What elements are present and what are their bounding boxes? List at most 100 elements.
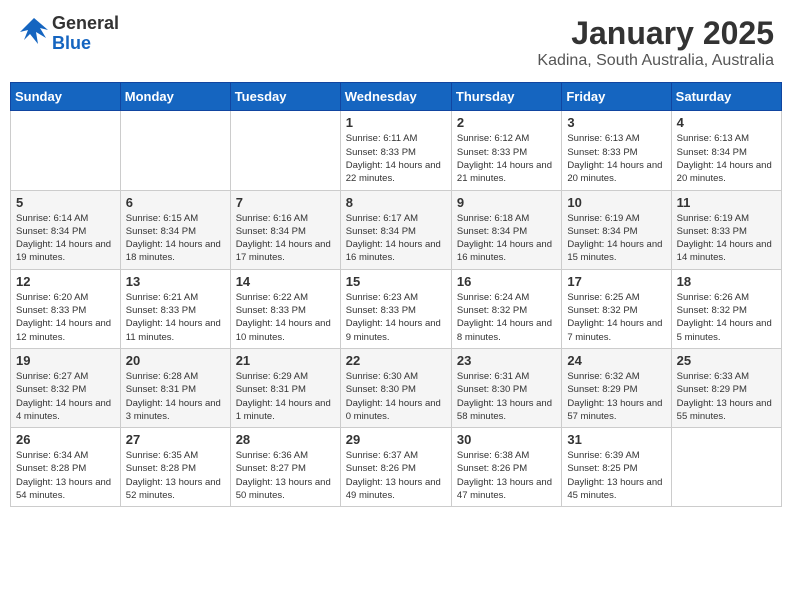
calendar-week-row: 1 Sunrise: 6:11 AM Sunset: 8:33 PM Daylig… — [11, 111, 782, 190]
day-number: 16 — [457, 274, 556, 289]
day-number: 17 — [567, 274, 665, 289]
day-number: 7 — [236, 195, 335, 210]
day-info: Sunrise: 6:37 AM Sunset: 8:26 PM Dayligh… — [346, 449, 446, 502]
weekday-header-wednesday: Wednesday — [340, 83, 451, 111]
day-number: 31 — [567, 432, 665, 447]
weekday-header-saturday: Saturday — [671, 83, 781, 111]
calendar-cell — [120, 111, 230, 190]
day-info: Sunrise: 6:29 AM Sunset: 8:31 PM Dayligh… — [236, 370, 335, 423]
logo-text: General Blue — [52, 14, 119, 54]
calendar-cell: 19 Sunrise: 6:27 AM Sunset: 8:32 PM Dayli… — [11, 348, 121, 427]
day-number: 5 — [16, 195, 115, 210]
day-number: 24 — [567, 353, 665, 368]
day-info: Sunrise: 6:19 AM Sunset: 8:33 PM Dayligh… — [677, 212, 776, 265]
day-number: 23 — [457, 353, 556, 368]
day-number: 6 — [126, 195, 225, 210]
calendar-cell — [230, 111, 340, 190]
day-number: 8 — [346, 195, 446, 210]
calendar-cell: 25 Sunrise: 6:33 AM Sunset: 8:29 PM Dayli… — [671, 348, 781, 427]
calendar-cell: 16 Sunrise: 6:24 AM Sunset: 8:32 PM Dayli… — [451, 269, 561, 348]
day-number: 10 — [567, 195, 665, 210]
calendar-cell: 13Sunrise: 6:21 AM Sunset: 8:33 PM Dayli… — [120, 269, 230, 348]
day-info: Sunrise: 6:38 AM Sunset: 8:26 PM Dayligh… — [457, 449, 556, 502]
calendar-cell: 26Sunrise: 6:34 AM Sunset: 8:28 PM Dayli… — [11, 428, 121, 507]
calendar-cell: 11 Sunrise: 6:19 AM Sunset: 8:33 PM Dayli… — [671, 190, 781, 269]
calendar-cell: 27 Sunrise: 6:35 AM Sunset: 8:28 PM Dayli… — [120, 428, 230, 507]
calendar-cell: 6 Sunrise: 6:15 AM Sunset: 8:34 PM Daylig… — [120, 190, 230, 269]
day-number: 21 — [236, 353, 335, 368]
day-number: 15 — [346, 274, 446, 289]
day-info: Sunrise: 6:14 AM Sunset: 8:34 PM Dayligh… — [16, 212, 115, 265]
weekday-header-monday: Monday — [120, 83, 230, 111]
calendar-cell: 7Sunrise: 6:16 AM Sunset: 8:34 PM Daylig… — [230, 190, 340, 269]
calendar-cell: 9 Sunrise: 6:18 AM Sunset: 8:34 PM Daylig… — [451, 190, 561, 269]
day-info: Sunrise: 6:34 AM Sunset: 8:28 PM Dayligh… — [16, 449, 115, 502]
day-info: Sunrise: 6:12 AM Sunset: 8:33 PM Dayligh… — [457, 132, 556, 185]
day-number: 30 — [457, 432, 556, 447]
logo-blue-text: Blue — [52, 34, 119, 54]
day-number: 9 — [457, 195, 556, 210]
day-info: Sunrise: 6:31 AM Sunset: 8:30 PM Dayligh… — [457, 370, 556, 423]
calendar-cell: 20Sunrise: 6:28 AM Sunset: 8:31 PM Dayli… — [120, 348, 230, 427]
calendar-cell — [11, 111, 121, 190]
calendar-cell: 3Sunrise: 6:13 AM Sunset: 8:33 PM Daylig… — [562, 111, 671, 190]
calendar-cell: 5 Sunrise: 6:14 AM Sunset: 8:34 PM Daylig… — [11, 190, 121, 269]
calendar-cell: 4 Sunrise: 6:13 AM Sunset: 8:34 PM Daylig… — [671, 111, 781, 190]
day-number: 11 — [677, 195, 776, 210]
day-info: Sunrise: 6:27 AM Sunset: 8:32 PM Dayligh… — [16, 370, 115, 423]
calendar-week-row: 5 Sunrise: 6:14 AM Sunset: 8:34 PM Daylig… — [11, 190, 782, 269]
weekday-header-row: SundayMondayTuesdayWednesdayThursdayFrid… — [11, 83, 782, 111]
day-info: Sunrise: 6:35 AM Sunset: 8:28 PM Dayligh… — [126, 449, 225, 502]
day-info: Sunrise: 6:15 AM Sunset: 8:34 PM Dayligh… — [126, 212, 225, 265]
day-info: Sunrise: 6:17 AM Sunset: 8:34 PM Dayligh… — [346, 212, 446, 265]
day-number: 3 — [567, 115, 665, 130]
day-info: Sunrise: 6:11 AM Sunset: 8:33 PM Dayligh… — [346, 132, 446, 185]
day-info: Sunrise: 6:23 AM Sunset: 8:33 PM Dayligh… — [346, 291, 446, 344]
day-info: Sunrise: 6:24 AM Sunset: 8:32 PM Dayligh… — [457, 291, 556, 344]
logo-bird-icon — [18, 16, 50, 52]
day-number: 20 — [126, 353, 225, 368]
day-info: Sunrise: 6:13 AM Sunset: 8:34 PM Dayligh… — [677, 132, 776, 185]
weekday-header-tuesday: Tuesday — [230, 83, 340, 111]
calendar-week-row: 19 Sunrise: 6:27 AM Sunset: 8:32 PM Dayli… — [11, 348, 782, 427]
day-info: Sunrise: 6:33 AM Sunset: 8:29 PM Dayligh… — [677, 370, 776, 423]
day-number: 1 — [346, 115, 446, 130]
calendar-cell: 21 Sunrise: 6:29 AM Sunset: 8:31 PM Dayli… — [230, 348, 340, 427]
logo: General Blue — [18, 14, 119, 54]
calendar-cell: 2Sunrise: 6:12 AM Sunset: 8:33 PM Daylig… — [451, 111, 561, 190]
calendar-cell: 8 Sunrise: 6:17 AM Sunset: 8:34 PM Daylig… — [340, 190, 451, 269]
day-number: 4 — [677, 115, 776, 130]
calendar-cell: 12Sunrise: 6:20 AM Sunset: 8:33 PM Dayli… — [11, 269, 121, 348]
day-info: Sunrise: 6:36 AM Sunset: 8:27 PM Dayligh… — [236, 449, 335, 502]
page-header: General Blue January 2025 Kadina, South … — [10, 10, 782, 74]
calendar-subtitle: Kadina, South Australia, Australia — [537, 52, 774, 70]
day-number: 19 — [16, 353, 115, 368]
calendar-cell: 28 Sunrise: 6:36 AM Sunset: 8:27 PM Dayli… — [230, 428, 340, 507]
day-number: 18 — [677, 274, 776, 289]
calendar-cell: 23 Sunrise: 6:31 AM Sunset: 8:30 PM Dayli… — [451, 348, 561, 427]
calendar-cell: 24 Sunrise: 6:32 AM Sunset: 8:29 PM Dayli… — [562, 348, 671, 427]
day-info: Sunrise: 6:25 AM Sunset: 8:32 PM Dayligh… — [567, 291, 665, 344]
day-info: Sunrise: 6:19 AM Sunset: 8:34 PM Dayligh… — [567, 212, 665, 265]
day-number: 14 — [236, 274, 335, 289]
calendar-cell: 10 Sunrise: 6:19 AM Sunset: 8:34 PM Dayli… — [562, 190, 671, 269]
day-info: Sunrise: 6:32 AM Sunset: 8:29 PM Dayligh… — [567, 370, 665, 423]
calendar-week-row: 26Sunrise: 6:34 AM Sunset: 8:28 PM Dayli… — [11, 428, 782, 507]
calendar-cell: 15 Sunrise: 6:23 AM Sunset: 8:33 PM Dayli… — [340, 269, 451, 348]
day-number: 12 — [16, 274, 115, 289]
day-number: 22 — [346, 353, 446, 368]
day-info: Sunrise: 6:18 AM Sunset: 8:34 PM Dayligh… — [457, 212, 556, 265]
calendar-cell: 29Sunrise: 6:37 AM Sunset: 8:26 PM Dayli… — [340, 428, 451, 507]
day-number: 25 — [677, 353, 776, 368]
day-info: Sunrise: 6:22 AM Sunset: 8:33 PM Dayligh… — [236, 291, 335, 344]
calendar-cell: 22Sunrise: 6:30 AM Sunset: 8:30 PM Dayli… — [340, 348, 451, 427]
calendar-cell — [671, 428, 781, 507]
logo-general-text: General — [52, 14, 119, 34]
day-info: Sunrise: 6:39 AM Sunset: 8:25 PM Dayligh… — [567, 449, 665, 502]
calendar-cell: 1 Sunrise: 6:11 AM Sunset: 8:33 PM Daylig… — [340, 111, 451, 190]
calendar-week-row: 12Sunrise: 6:20 AM Sunset: 8:33 PM Dayli… — [11, 269, 782, 348]
day-number: 28 — [236, 432, 335, 447]
day-number: 27 — [126, 432, 225, 447]
weekday-header-thursday: Thursday — [451, 83, 561, 111]
calendar-cell: 18Sunrise: 6:26 AM Sunset: 8:32 PM Dayli… — [671, 269, 781, 348]
